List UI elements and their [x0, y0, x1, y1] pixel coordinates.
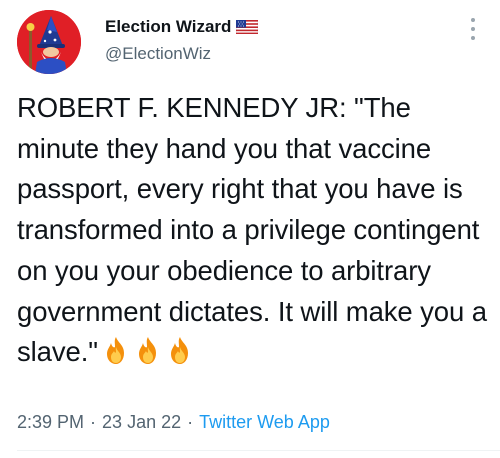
dot	[471, 27, 475, 31]
fire-icon	[170, 337, 188, 365]
display-name-row: Election Wizard	[105, 16, 259, 38]
tweet-header: Election Wizard @ElectionWiz	[17, 10, 487, 76]
display-name[interactable]: Election Wizard	[105, 17, 231, 37]
us-flag-icon	[236, 20, 259, 34]
tweet-date[interactable]: 23 Jan 22	[102, 412, 181, 433]
tweet-text: ROBERT F. KENNEDY JR: "The minute they h…	[17, 88, 487, 373]
tweet-source-link[interactable]: Twitter Web App	[199, 412, 330, 433]
tweet-time[interactable]: 2:39 PM	[17, 412, 84, 433]
author-info: Election Wizard @ElectionWiz	[105, 16, 259, 64]
avatar[interactable]	[17, 10, 81, 74]
divider	[17, 450, 500, 451]
more-vertical-icon[interactable]	[467, 18, 479, 40]
wizard-avatar-icon	[17, 10, 81, 74]
fire-icon	[106, 337, 124, 365]
tweet: Election Wizard @ElectionWiz ROBERT F. K…	[0, 0, 500, 458]
separator: ·	[90, 412, 97, 432]
dot	[471, 36, 475, 40]
handle[interactable]: @ElectionWiz	[105, 44, 258, 64]
dot	[471, 18, 475, 22]
tweet-body: ROBERT F. KENNEDY JR: "The minute they h…	[17, 92, 487, 368]
fire-icon	[138, 337, 156, 365]
separator: ·	[187, 412, 194, 432]
tweet-meta: 2:39 PM · 23 Jan 22 · Twitter Web App	[17, 412, 330, 433]
emoji-group	[98, 336, 194, 367]
